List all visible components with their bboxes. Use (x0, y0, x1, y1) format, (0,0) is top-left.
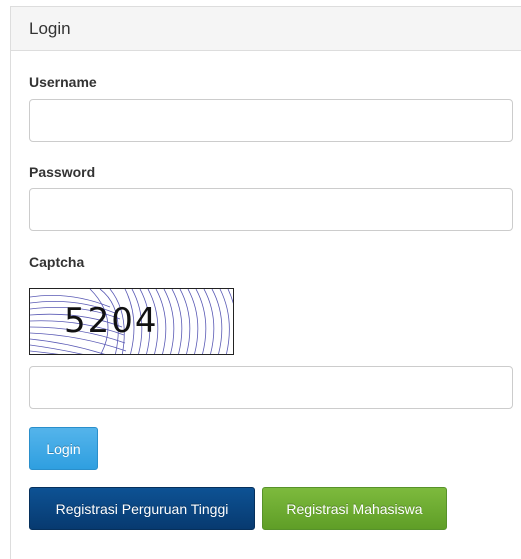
register-student-button[interactable]: Registrasi Mahasiswa (262, 487, 447, 530)
captcha-image: 5204 (29, 288, 234, 355)
login-button[interactable]: Login (29, 427, 98, 470)
panel-title: Login (11, 7, 521, 51)
username-input[interactable] (29, 99, 513, 142)
login-panel: Login Username Password Captcha 5204 Log… (10, 6, 521, 559)
password-label: Password (29, 164, 96, 180)
register-institution-button[interactable]: Registrasi Perguruan Tinggi (29, 487, 255, 530)
captcha-input[interactable] (29, 366, 513, 409)
password-input[interactable] (29, 188, 513, 231)
username-label: Username (29, 74, 97, 90)
captcha-text: 5204 (64, 301, 159, 341)
captcha-label: Captcha (29, 254, 85, 270)
